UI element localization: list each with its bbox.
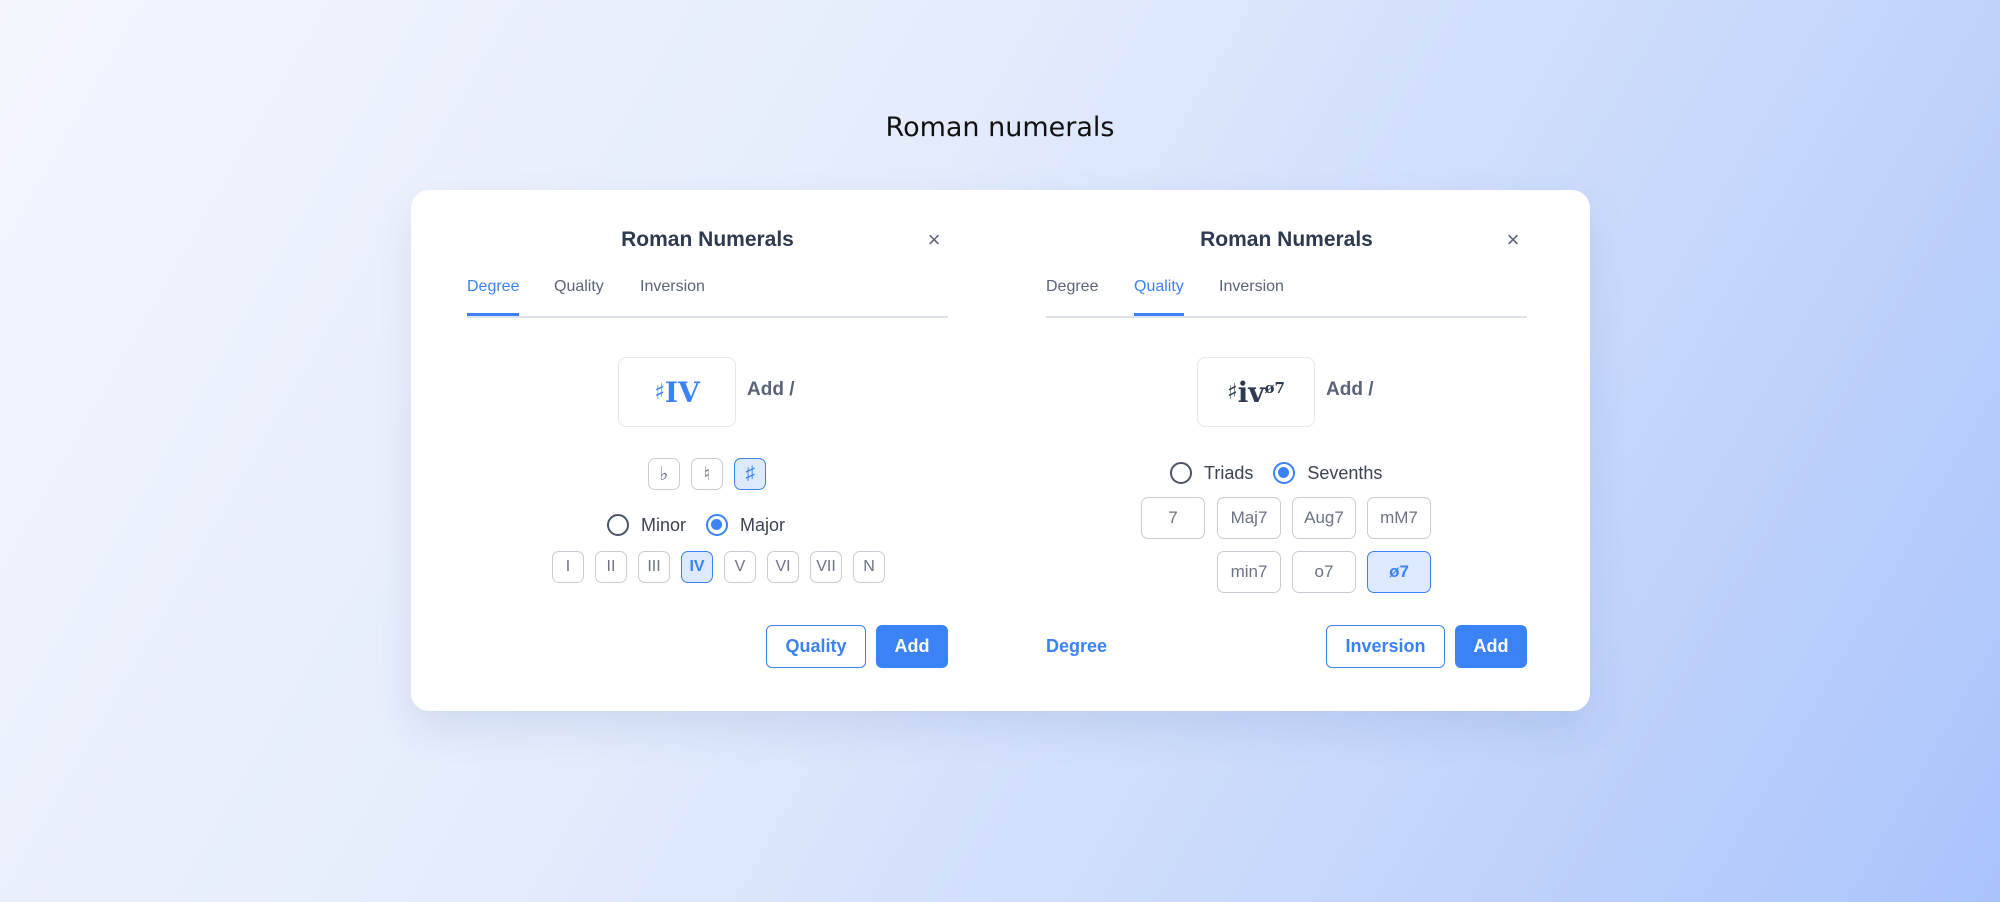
quality-maj7-button[interactable]: Maj7 xyxy=(1217,497,1281,539)
degree-back-button[interactable]: Degree xyxy=(1046,625,1112,668)
quality-min7-button[interactable]: min7 xyxy=(1217,551,1281,593)
tab-degree[interactable]: Degree xyxy=(467,278,520,316)
panel-title: Roman Numerals xyxy=(1200,228,1373,251)
inversion-button[interactable]: Inversion xyxy=(1326,625,1445,668)
radio-label: Sevenths xyxy=(1307,462,1383,483)
tab-bar: Degree Quality Inversion xyxy=(467,278,948,318)
degree-n-button[interactable]: N xyxy=(853,551,885,583)
panel-title: Roman Numerals xyxy=(621,228,794,251)
numeral-preview: ♯ IV xyxy=(618,357,736,427)
numeral-preview-row: ♯ iv ø7 Add / xyxy=(1046,357,1527,427)
radio-major[interactable]: Major xyxy=(706,514,785,536)
mode-radio-group: Minor Major xyxy=(607,514,805,536)
degree-i-button[interactable]: I xyxy=(552,551,584,583)
roman-numerals-card: Roman Numerals × Degree Quality Inversio… xyxy=(411,190,1590,711)
preview-numeral: IV xyxy=(664,375,700,409)
radio-label: Triads xyxy=(1204,462,1254,483)
quality-button[interactable]: Quality xyxy=(766,625,866,668)
numeral-preview-row: ♯ IV Add / xyxy=(467,357,948,427)
page-title: Roman numerals xyxy=(885,112,1115,143)
degree-iii-button[interactable]: III xyxy=(638,551,670,583)
sharp-button[interactable]: ♯ xyxy=(734,458,766,490)
degree-v-button[interactable]: V xyxy=(724,551,756,583)
radio-minor[interactable]: Minor xyxy=(607,514,686,536)
chord-type-radio-group: Triads Sevenths xyxy=(1170,462,1402,484)
add-button[interactable]: Add xyxy=(876,625,948,668)
degree-vii-button[interactable]: VII xyxy=(810,551,842,583)
preview-superscript: ø7 xyxy=(1264,379,1285,397)
degree-vi-button[interactable]: VI xyxy=(767,551,799,583)
degree-ii-button[interactable]: II xyxy=(595,551,627,583)
add-slash-label: Add / xyxy=(747,379,795,400)
radio-label: Major xyxy=(740,514,786,535)
close-icon[interactable]: × xyxy=(1499,226,1527,254)
tab-degree[interactable]: Degree xyxy=(1046,278,1098,314)
tab-inversion[interactable]: Inversion xyxy=(640,278,705,314)
numeral-preview: ♯ iv ø7 xyxy=(1197,357,1315,427)
radio-sevenths[interactable]: Sevenths xyxy=(1273,462,1382,484)
radio-triads[interactable]: Triads xyxy=(1170,462,1253,484)
tab-bar: Degree Quality Inversion xyxy=(1046,278,1527,318)
quality-7-button[interactable]: 7 xyxy=(1141,497,1205,539)
flat-button[interactable]: ♭ xyxy=(648,458,680,490)
preview-accidental: ♯ xyxy=(1226,379,1238,405)
degree-panel: Roman Numerals × Degree Quality Inversio… xyxy=(467,190,948,711)
radio-label: Minor xyxy=(641,514,687,535)
radio-circle xyxy=(607,514,629,536)
radio-circle xyxy=(1273,462,1296,484)
radio-circle xyxy=(1170,462,1192,484)
radio-circle xyxy=(706,514,729,536)
preview-numeral: iv xyxy=(1237,375,1265,409)
close-icon[interactable]: × xyxy=(920,226,948,254)
degree-iv-button[interactable]: IV xyxy=(681,551,713,583)
tab-inversion[interactable]: Inversion xyxy=(1219,278,1284,314)
tab-quality[interactable]: Quality xyxy=(554,278,604,314)
quality-aug7-button[interactable]: Aug7 xyxy=(1292,497,1356,539)
add-button[interactable]: Add xyxy=(1455,625,1527,668)
quality-panel: Roman Numerals × Degree Quality Inversio… xyxy=(1046,190,1527,711)
tab-quality[interactable]: Quality xyxy=(1134,278,1184,316)
quality-o7-button[interactable]: o7 xyxy=(1292,551,1356,593)
preview-accidental: ♯ xyxy=(654,379,665,405)
quality-half-diminished-button[interactable]: ø7 xyxy=(1367,551,1431,593)
natural-button[interactable]: ♮ xyxy=(691,458,723,490)
quality-mm7-button[interactable]: mM7 xyxy=(1367,497,1431,539)
add-slash-label: Add / xyxy=(1326,379,1374,400)
